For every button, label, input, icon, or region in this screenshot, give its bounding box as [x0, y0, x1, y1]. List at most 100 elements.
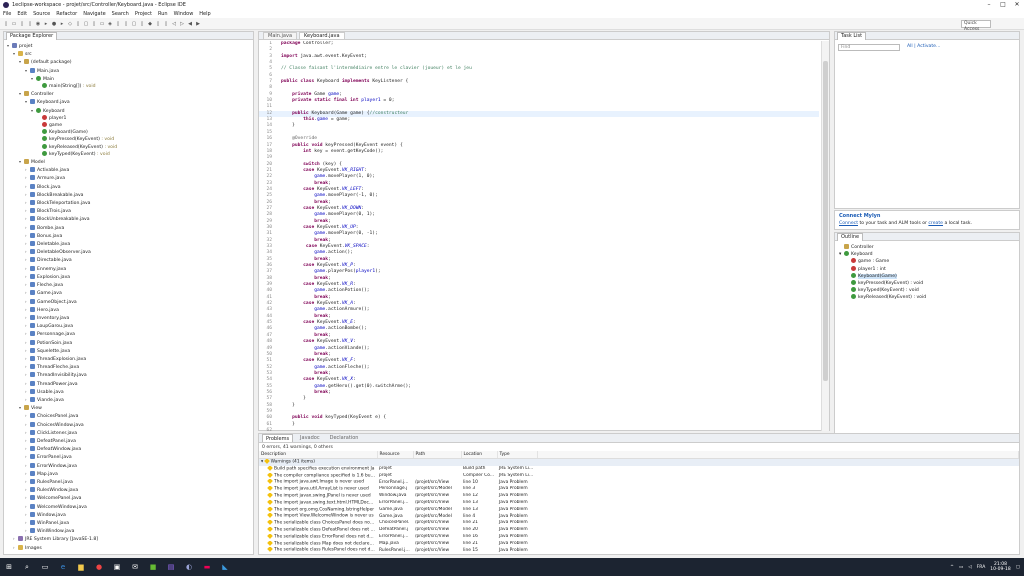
problem-row[interactable]: The compiler compliance specified is 1.6… — [259, 472, 1019, 480]
tree-item[interactable]: › LoupGarou.java — [4, 322, 253, 330]
maximize-button[interactable]: □ — [996, 0, 1010, 10]
problem-row[interactable]: The import javax.swing.JPanel is never u… — [259, 492, 1019, 500]
menu-source[interactable]: Source — [33, 11, 50, 17]
menu-search[interactable]: Search — [112, 11, 129, 17]
problem-row[interactable]: The serializable class ChoicesPanel does… — [259, 520, 1019, 527]
chrome-icon[interactable]: ● — [90, 558, 108, 576]
problem-row[interactable]: The serializable class Map does not decl… — [259, 540, 1019, 548]
tree-item[interactable]: ▾ Main — [4, 75, 253, 83]
task-list-tab[interactable]: Task List — [837, 31, 867, 40]
menu-project[interactable]: Project — [135, 11, 152, 17]
vscode-icon[interactable]: ◣ — [216, 558, 234, 576]
volume-icon[interactable]: ◁ — [968, 565, 971, 570]
tab-javadoc[interactable]: Javadoc — [297, 434, 323, 442]
tree-item[interactable]: › DefeatPanel.java — [4, 437, 253, 445]
outline-item[interactable]: keyReleased(KeyEvent) : void — [839, 294, 1015, 301]
tree-item[interactable]: › Viande.java — [4, 396, 253, 404]
tree-item[interactable]: ▾ Controller — [4, 90, 253, 98]
filter-all-link[interactable]: All — [907, 44, 913, 49]
problem-row[interactable]: Build path specifies execution environme… — [259, 465, 1019, 473]
package-explorer-tab[interactable]: Package Explorer — [6, 31, 58, 40]
clock[interactable]: 21:08 10-09-18 — [990, 562, 1010, 573]
editor-tab-main-java[interactable]: Main.java — [263, 32, 298, 39]
toolbar-button-icon[interactable]: ◈ — [107, 21, 113, 27]
tree-item[interactable]: main(String[]) : void — [4, 83, 253, 90]
problem-row[interactable]: The import View.WelcomeWindow is never u… — [259, 513, 1019, 520]
tree-item[interactable]: › Directable.java — [4, 256, 253, 264]
toolbar-button-icon[interactable]: ▷ — [179, 21, 185, 27]
outline-item[interactable]: keyTyped(KeyEvent) : void — [839, 287, 1015, 294]
problem-row[interactable]: The serializable class RulesPanel does n… — [259, 547, 1019, 554]
toolbar-button-icon[interactable]: ▯ — [91, 21, 97, 27]
toolbar-button-icon[interactable]: ▯ — [75, 21, 81, 27]
tree-item[interactable]: › ThreadFleche.java — [4, 363, 253, 371]
tree-item[interactable]: › PotionSoin.java — [4, 339, 253, 347]
minecraft-icon[interactable]: ■ — [144, 558, 162, 576]
tree-item[interactable]: ▾ Main.java — [4, 67, 253, 75]
toolbar-button-icon[interactable]: ▸ — [43, 21, 49, 27]
column-header-type[interactable]: Type — [497, 451, 538, 459]
tree-item[interactable]: › Map.java — [4, 470, 253, 478]
tree-item[interactable]: ▾ src — [4, 50, 253, 58]
problem-row[interactable]: The import org.omg.CosNaming.IstringHelp… — [259, 506, 1019, 514]
code-area[interactable]: 1 package Controller; 2 3 import java.awt.ev… — [259, 41, 819, 431]
outline-item[interactable]: Keyboard(Game) — [839, 272, 1015, 280]
tree-item[interactable]: › Usable.java — [4, 388, 253, 396]
outline-item[interactable]: Controller — [839, 244, 1015, 251]
tree-item[interactable]: ▾ View — [4, 404, 253, 412]
eclipse-taskbar-icon[interactable]: ◐ — [180, 558, 198, 576]
network-icon[interactable]: ▭ — [959, 565, 963, 570]
tree-item[interactable]: ▾ Keyboard.java — [4, 98, 253, 106]
tree-item[interactable]: › Explosion.java — [4, 273, 253, 281]
tree-item[interactable]: › Deletable.java — [4, 240, 253, 248]
toolbar-button-icon[interactable]: ▯ — [115, 21, 121, 27]
tree-item[interactable]: › Armure.java — [4, 174, 253, 182]
menu-window[interactable]: Window — [174, 11, 194, 17]
windows-start-icon[interactable]: ⊞ — [0, 558, 18, 576]
tree-item[interactable]: › ClickListener.java — [4, 429, 253, 437]
problem-row[interactable]: The import javax.swing.text.html.HTMLDoc… — [259, 499, 1019, 507]
tree-item[interactable]: › WelcomePanel.java — [4, 494, 253, 502]
outline-item[interactable]: ▾ Keyboard — [839, 251, 1015, 258]
menu-edit[interactable]: Edit — [17, 11, 27, 17]
quick-access-input[interactable]: Quick Access — [961, 20, 991, 32]
tree-item[interactable]: › GameObject.java — [4, 298, 253, 306]
tree-item[interactable]: › BlockBreakable.java — [4, 191, 253, 199]
tree-item[interactable]: › Squelette.java — [4, 347, 253, 355]
tree-item[interactable]: › Activable.java — [4, 166, 253, 174]
toolbar-button-icon[interactable]: ▯ — [27, 21, 33, 27]
tree-item[interactable]: game — [4, 122, 253, 129]
tree-item[interactable]: › Block.java — [4, 183, 253, 191]
tree-item[interactable]: › WinWindow.java — [4, 527, 253, 535]
tree-item[interactable]: › Window.java — [4, 511, 253, 519]
tree-item[interactable]: › BlockUnbreakable.java — [4, 215, 253, 223]
editor-scrollbar[interactable] — [821, 41, 829, 431]
tree-item[interactable]: › Game.java — [4, 289, 253, 297]
tree-item[interactable]: keyPressed(KeyEvent) : void — [4, 136, 253, 143]
tree-item[interactable]: › BlockTeleportation.java — [4, 199, 253, 207]
tree-item[interactable]: › Ennemy.java — [4, 265, 253, 273]
toolbar-button-icon[interactable]: ◀ — [187, 21, 193, 27]
menu-run[interactable]: Run — [158, 11, 168, 17]
tree-item[interactable]: › Personnage.java — [4, 330, 253, 338]
tree-item[interactable]: › Bombe.java — [4, 224, 253, 232]
minimize-button[interactable]: – — [982, 0, 996, 10]
tree-item[interactable]: › ErrorPanel.java — [4, 453, 253, 461]
notifications-icon[interactable]: ▢ — [1016, 565, 1020, 570]
warnings-group-row[interactable]: ▾ Warnings (41 items) — [259, 458, 1019, 466]
menu-file[interactable]: File — [3, 11, 11, 17]
tree-item[interactable]: › ChoicesWindow.java — [4, 421, 253, 429]
tree-item[interactable]: › RulesPanel.java — [4, 478, 253, 486]
toolbar-button-icon[interactable]: ◁ — [171, 21, 177, 27]
toolbar-button-icon[interactable]: ▯ — [155, 21, 161, 27]
column-header-location[interactable]: Location — [461, 451, 498, 459]
tree-item[interactable]: › ThreadInvisibility.java — [4, 371, 253, 379]
tree-item[interactable]: › ErrorWindow.java — [4, 462, 253, 470]
column-header-path[interactable]: Path — [413, 451, 462, 459]
tree-item[interactable]: › Inventory.java — [4, 314, 253, 322]
tree-item[interactable]: › WinPanel.java — [4, 519, 253, 527]
menu-refactor[interactable]: Refactor — [56, 11, 77, 17]
tree-item[interactable]: › ChoicesPanel.java — [4, 412, 253, 420]
language-indicator[interactable]: FRA — [977, 565, 986, 570]
toolbar-button-icon[interactable]: ▢ — [83, 21, 89, 27]
